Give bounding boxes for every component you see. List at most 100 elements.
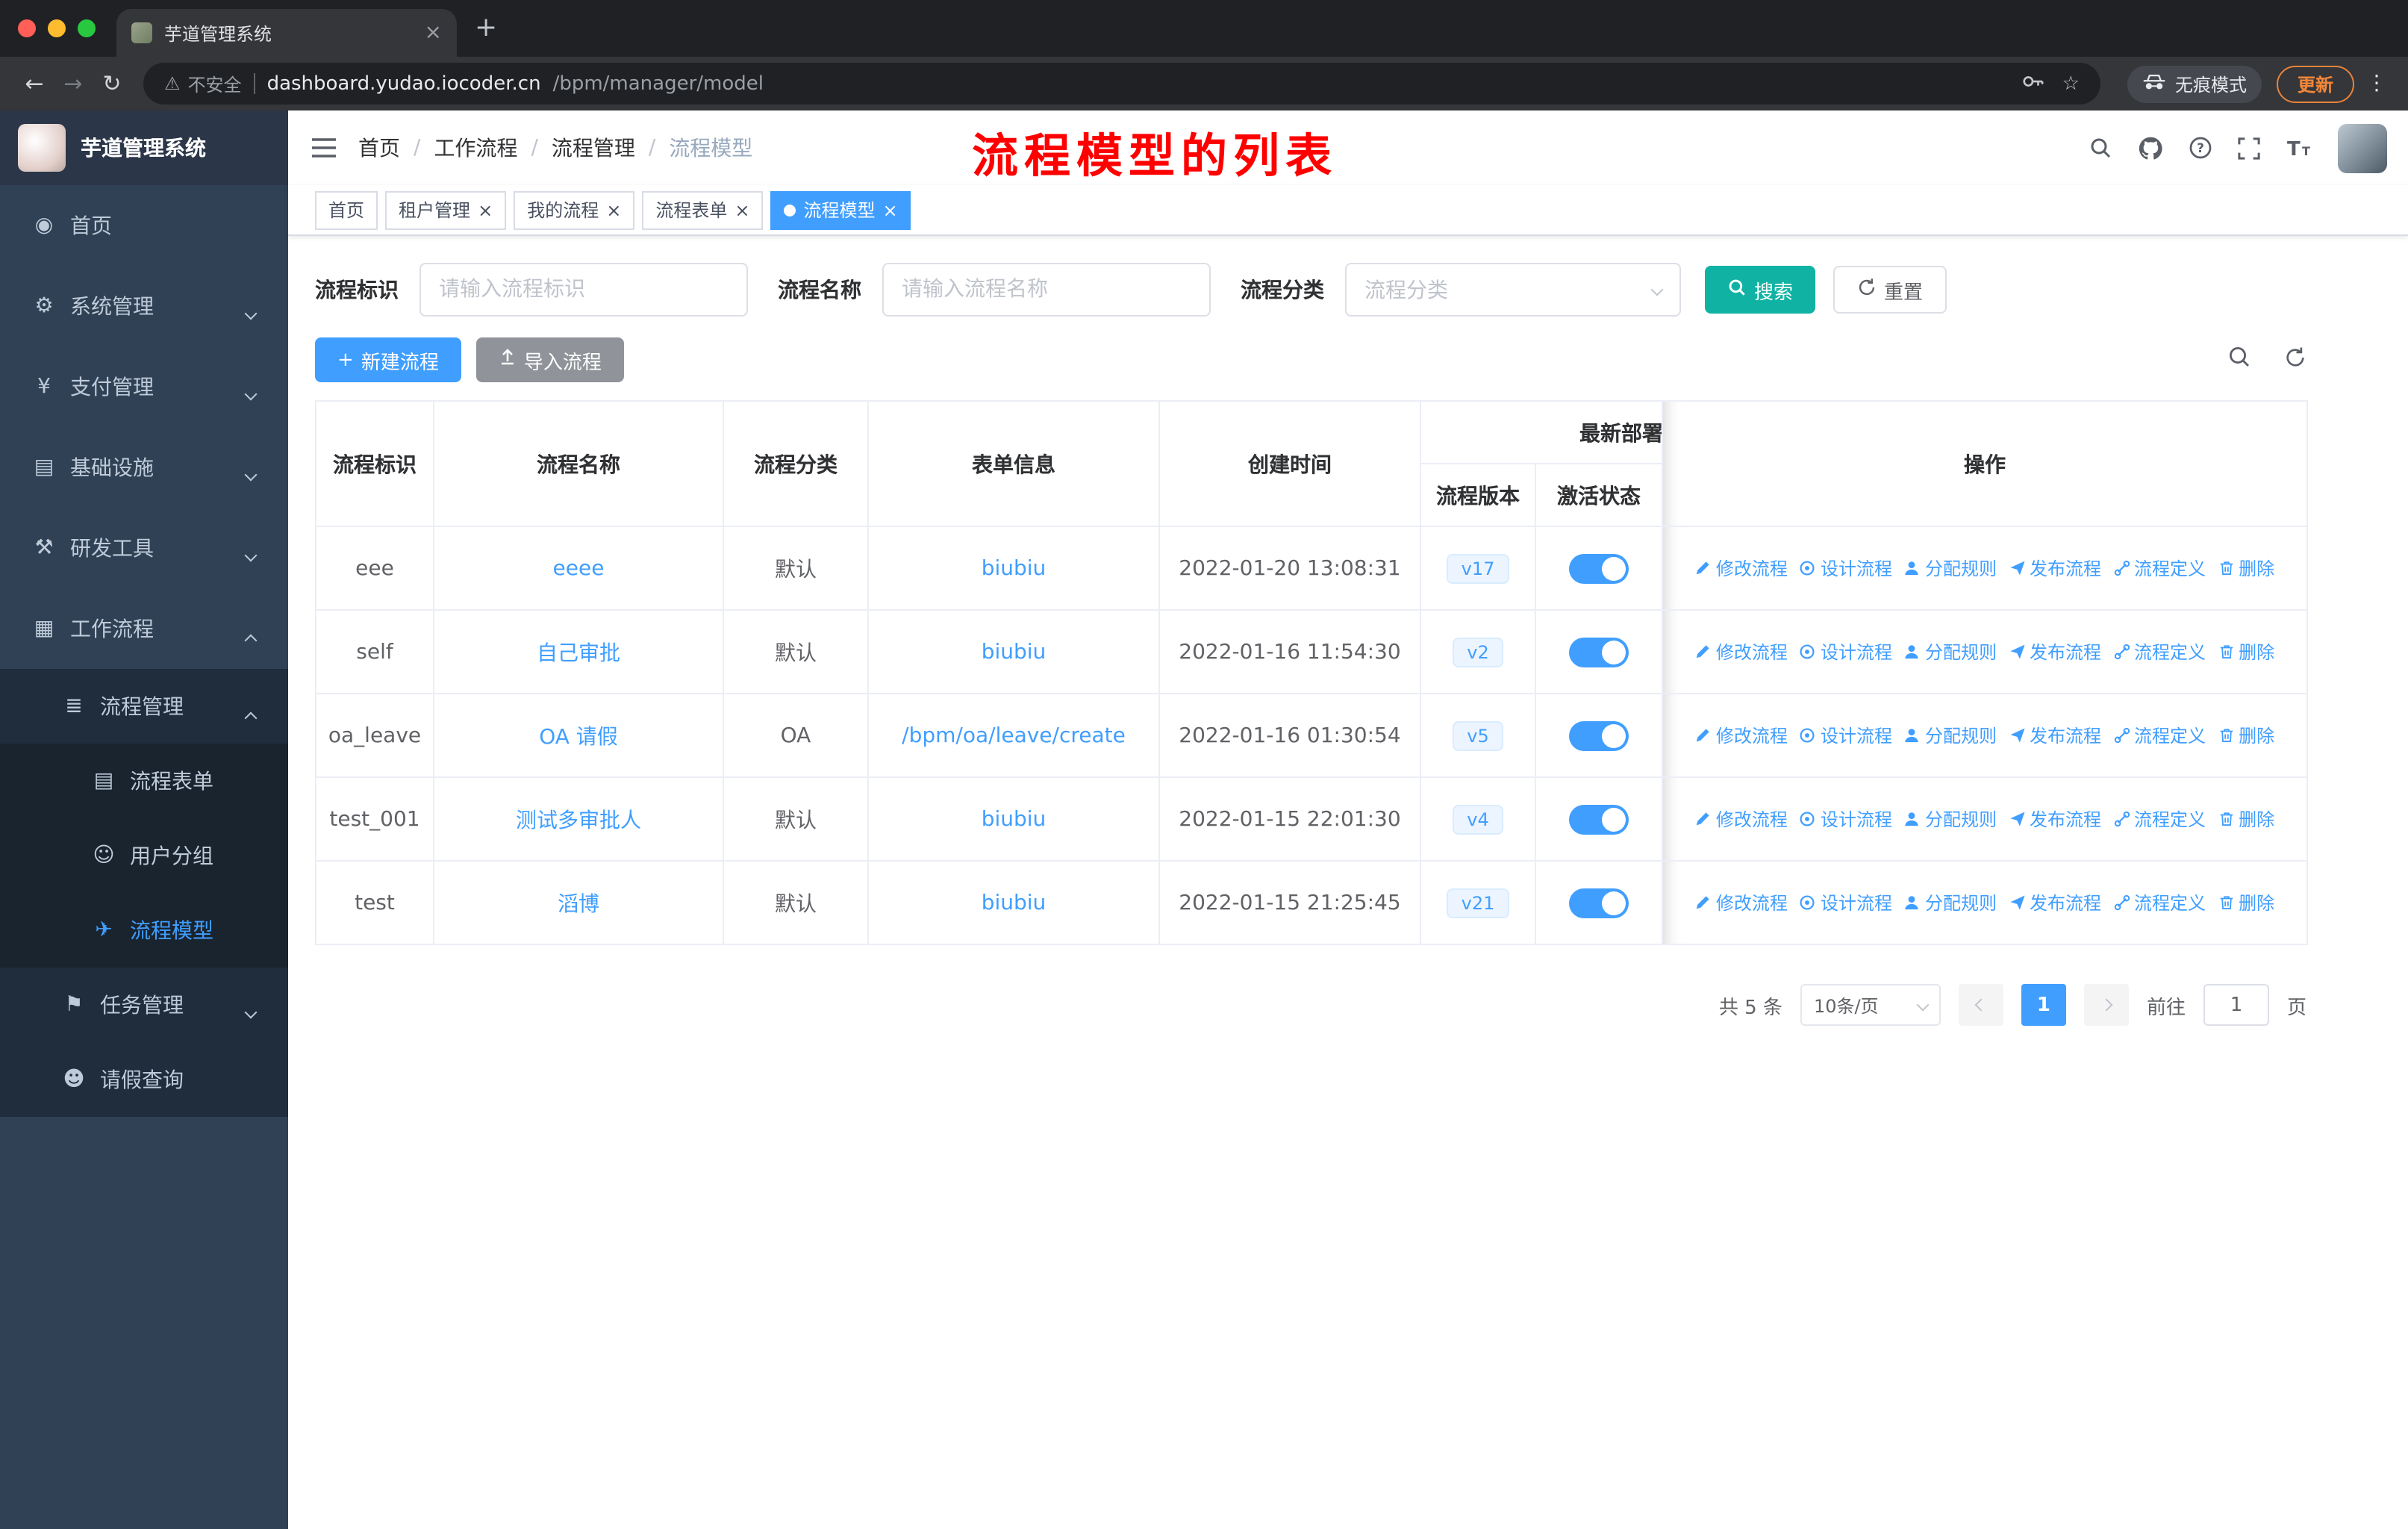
user-avatar[interactable] bbox=[2338, 123, 2387, 172]
new-tab-button[interactable]: + bbox=[475, 14, 497, 42]
close-window-button[interactable] bbox=[18, 19, 36, 37]
sidebar-item-流程管理[interactable]: ≣ 流程管理 bbox=[0, 669, 288, 744]
process-definition-link[interactable]: 流程定义 bbox=[2113, 723, 2206, 748]
sidebar-item-基础设施[interactable]: ▤ 基础设施 bbox=[0, 427, 288, 508]
activation-toggle[interactable] bbox=[1569, 888, 1629, 918]
sidebar-item-研发工具[interactable]: ⚒ 研发工具 bbox=[0, 508, 288, 588]
search-button[interactable]: 搜索 bbox=[1705, 266, 1816, 314]
sidebar-logo[interactable]: 芋道管理系统 bbox=[0, 110, 288, 185]
form-info-link[interactable]: biubiu bbox=[982, 556, 1047, 580]
next-page-button[interactable] bbox=[2083, 984, 2129, 1026]
publish-link[interactable]: 发布流程 bbox=[2009, 806, 2101, 832]
tag-租户管理[interactable]: 租户管理 × bbox=[385, 190, 507, 229]
help-icon[interactable]: ? bbox=[2189, 136, 2212, 160]
edit-link[interactable]: 修改流程 bbox=[1695, 806, 1788, 832]
design-link[interactable]: 设计流程 bbox=[1800, 639, 1892, 664]
form-info-link[interactable]: biubiu bbox=[982, 640, 1047, 664]
prev-page-button[interactable] bbox=[1958, 984, 2003, 1026]
create-process-button[interactable]: + 新建流程 bbox=[315, 337, 461, 382]
font-size-icon[interactable]: TT bbox=[2286, 136, 2312, 160]
sidebar-item-流程模型[interactable]: ✈ 流程模型 bbox=[0, 893, 288, 968]
page-number-button[interactable]: 1 bbox=[2021, 984, 2066, 1026]
form-info-link[interactable]: /bpm/oa/leave/create bbox=[902, 723, 1126, 747]
tag-close-icon[interactable]: × bbox=[478, 201, 493, 219]
breadcrumb-item[interactable]: 首页 bbox=[358, 133, 400, 163]
process-name-input[interactable] bbox=[882, 263, 1211, 317]
publish-link[interactable]: 发布流程 bbox=[2009, 890, 2101, 915]
process-definition-link[interactable]: 流程定义 bbox=[2113, 639, 2206, 664]
page-size-select[interactable]: 10条/页 bbox=[1800, 984, 1941, 1026]
refresh-table-icon[interactable] bbox=[2284, 346, 2306, 374]
process-definition-link[interactable]: 流程定义 bbox=[2113, 890, 2206, 915]
tag-流程模型[interactable]: 流程模型 × bbox=[770, 190, 911, 229]
edit-link[interactable]: 修改流程 bbox=[1695, 639, 1788, 664]
breadcrumb-item[interactable]: 工作流程 bbox=[434, 133, 517, 163]
tab-close-icon[interactable]: × bbox=[425, 22, 442, 43]
form-info-link[interactable]: biubiu bbox=[982, 891, 1047, 915]
maximize-window-button[interactable] bbox=[78, 19, 96, 37]
tag-close-icon[interactable]: × bbox=[883, 201, 898, 219]
process-name-link[interactable]: 测试多审批人 bbox=[516, 809, 641, 832]
sidebar-item-流程表单[interactable]: ▤ 流程表单 bbox=[0, 744, 288, 818]
key-icon[interactable] bbox=[2022, 69, 2044, 98]
goto-page-input[interactable] bbox=[2203, 984, 2269, 1026]
process-category-select[interactable]: 流程分类 bbox=[1345, 263, 1681, 317]
tag-流程表单[interactable]: 流程表单 × bbox=[642, 190, 764, 229]
tag-首页[interactable]: 首页 bbox=[315, 190, 378, 229]
activation-toggle[interactable] bbox=[1569, 804, 1629, 834]
reset-button[interactable]: 重置 bbox=[1833, 266, 1947, 314]
design-link[interactable]: 设计流程 bbox=[1800, 806, 1892, 832]
edit-link[interactable]: 修改流程 bbox=[1695, 555, 1788, 581]
assign-rules-link[interactable]: 分配规则 bbox=[1904, 555, 1997, 581]
process-definition-link[interactable]: 流程定义 bbox=[2113, 806, 2206, 832]
tag-close-icon[interactable]: × bbox=[734, 201, 749, 219]
forward-icon[interactable]: → bbox=[54, 70, 93, 97]
sidebar-item-工作流程[interactable]: ▦ 工作流程 bbox=[0, 588, 288, 669]
sidebar-item-请假查询[interactable]: ☻ 请假查询 bbox=[0, 1042, 288, 1117]
delete-link[interactable]: 删除 bbox=[2218, 806, 2274, 832]
publish-link[interactable]: 发布流程 bbox=[2009, 555, 2101, 581]
process-definition-link[interactable]: 流程定义 bbox=[2113, 555, 2206, 581]
reload-icon[interactable]: ↻ bbox=[93, 70, 131, 97]
search-icon[interactable] bbox=[2089, 136, 2112, 160]
activation-toggle[interactable] bbox=[1569, 553, 1629, 583]
publish-link[interactable]: 发布流程 bbox=[2009, 639, 2101, 664]
delete-link[interactable]: 删除 bbox=[2218, 890, 2274, 915]
process-id-input[interactable] bbox=[419, 263, 748, 317]
github-icon[interactable] bbox=[2138, 135, 2163, 161]
browser-tab[interactable]: 芋道管理系统 × bbox=[116, 9, 457, 57]
import-process-button[interactable]: 导入流程 bbox=[475, 337, 624, 382]
toggle-search-icon[interactable] bbox=[2227, 345, 2251, 375]
minimize-window-button[interactable] bbox=[48, 19, 66, 37]
assign-rules-link[interactable]: 分配规则 bbox=[1904, 639, 1997, 664]
process-name-link[interactable]: 滔博 bbox=[558, 892, 599, 916]
delete-link[interactable]: 删除 bbox=[2218, 639, 2274, 664]
back-icon[interactable]: ← bbox=[15, 70, 54, 97]
browser-menu-icon[interactable]: ⋮ bbox=[2366, 72, 2387, 96]
delete-link[interactable]: 删除 bbox=[2218, 555, 2274, 581]
form-info-link[interactable]: biubiu bbox=[982, 807, 1047, 831]
design-link[interactable]: 设计流程 bbox=[1800, 555, 1892, 581]
activation-toggle[interactable] bbox=[1569, 637, 1629, 667]
sidebar-item-任务管理[interactable]: ⚑ 任务管理 bbox=[0, 968, 288, 1042]
tag-我的流程[interactable]: 我的流程 × bbox=[514, 190, 635, 229]
assign-rules-link[interactable]: 分配规则 bbox=[1904, 890, 1997, 915]
address-bar[interactable]: ⚠ 不安全 dashboard.yudao.iocoder.cn /bpm/ma… bbox=[143, 63, 2100, 105]
edit-link[interactable]: 修改流程 bbox=[1695, 890, 1788, 915]
tag-close-icon[interactable]: × bbox=[606, 201, 621, 219]
hamburger-icon[interactable] bbox=[311, 136, 337, 160]
security-warning[interactable]: ⚠ 不安全 bbox=[164, 71, 242, 96]
sidebar-item-系统管理[interactable]: ⚙ 系统管理 bbox=[0, 266, 288, 346]
design-link[interactable]: 设计流程 bbox=[1800, 723, 1892, 748]
sidebar-item-支付管理[interactable]: ¥ 支付管理 bbox=[0, 346, 288, 427]
assign-rules-link[interactable]: 分配规则 bbox=[1904, 806, 1997, 832]
process-name-link[interactable]: 自己审批 bbox=[537, 641, 620, 665]
browser-update-button[interactable]: 更新 bbox=[2276, 65, 2354, 102]
publish-link[interactable]: 发布流程 bbox=[2009, 723, 2101, 748]
process-name-link[interactable]: OA 请假 bbox=[539, 725, 618, 749]
sidebar-item-用户分组[interactable]: ☺ 用户分组 bbox=[0, 818, 288, 893]
fullscreen-icon[interactable] bbox=[2238, 137, 2260, 159]
activation-toggle[interactable] bbox=[1569, 720, 1629, 750]
process-name-link[interactable]: eeee bbox=[553, 556, 605, 580]
sidebar-item-首页[interactable]: ◉ 首页 bbox=[0, 185, 288, 266]
